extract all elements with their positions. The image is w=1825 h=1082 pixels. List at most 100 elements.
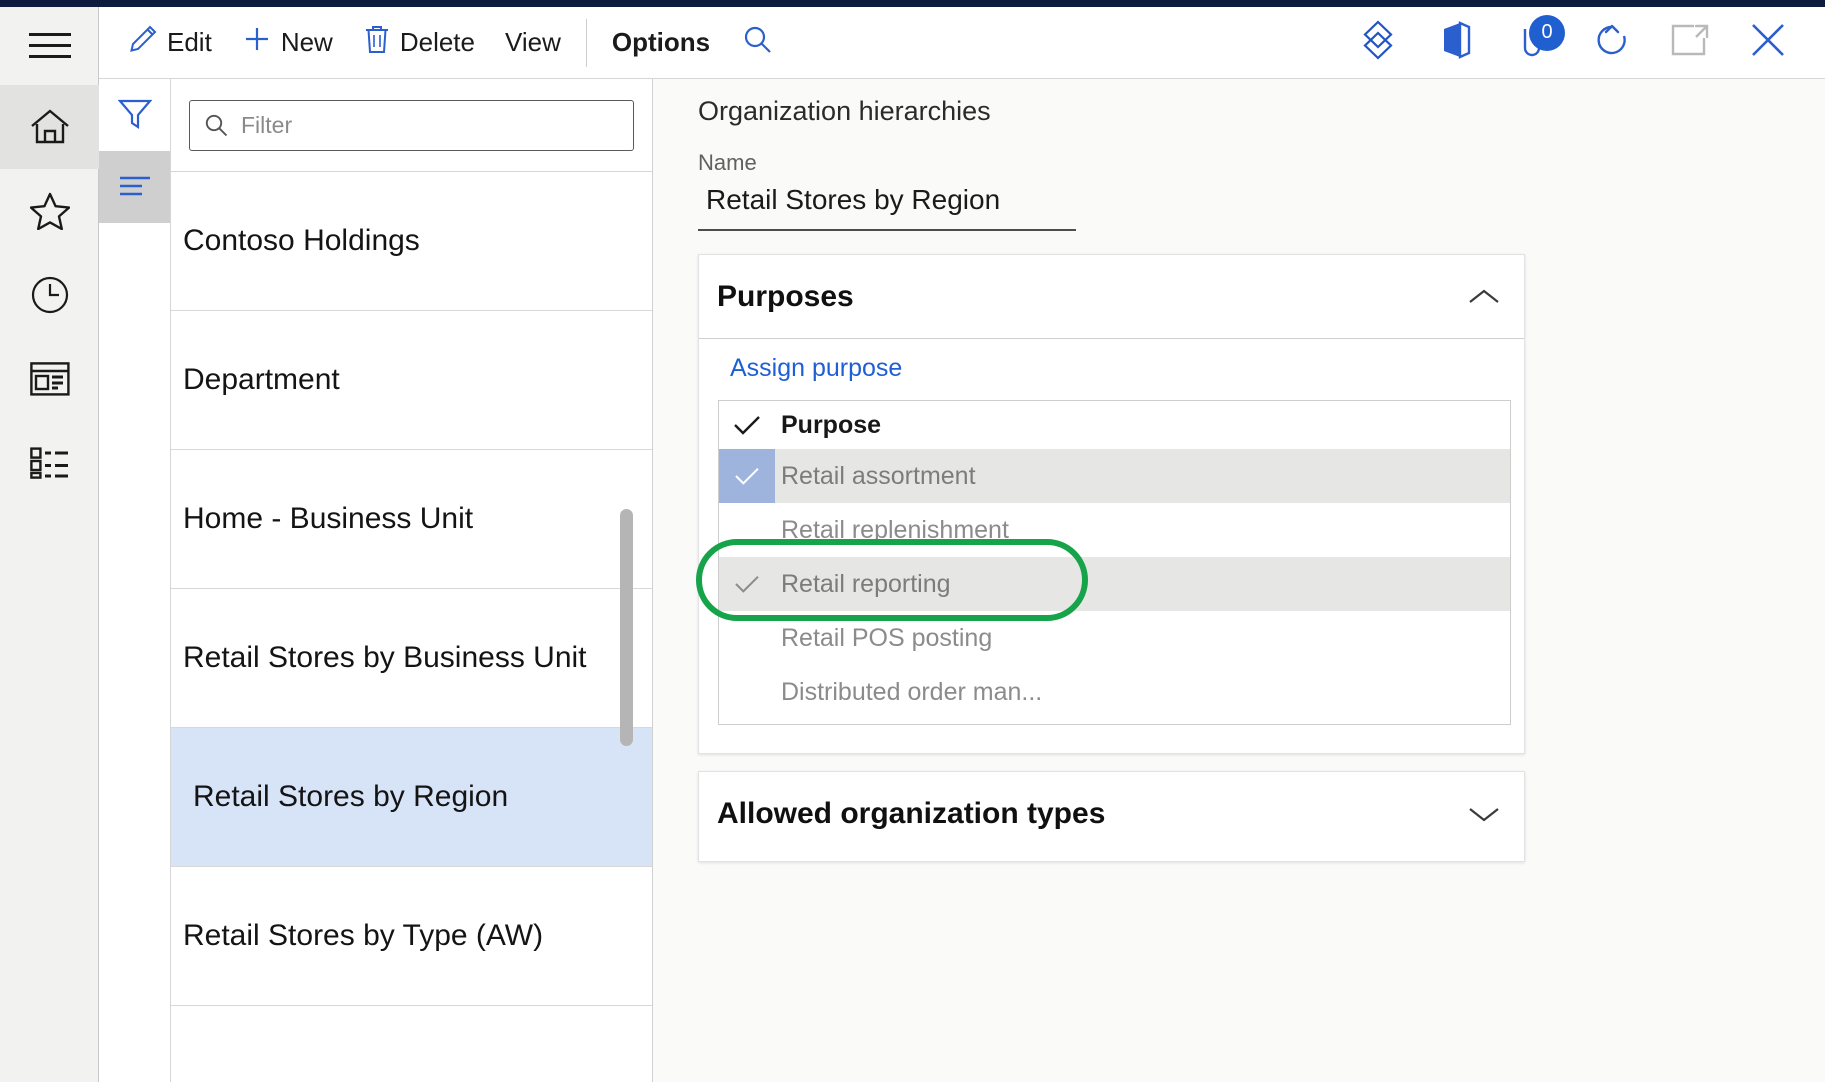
purpose-label: Retail replenishment bbox=[775, 516, 1115, 545]
close-icon bbox=[1749, 21, 1787, 64]
plus-icon bbox=[242, 24, 272, 61]
list-item-label: Retail Stores by Business Unit bbox=[183, 641, 587, 675]
filter-pane-button[interactable] bbox=[99, 79, 170, 151]
refresh-button[interactable] bbox=[1573, 7, 1651, 79]
view-button[interactable]: View bbox=[490, 7, 576, 79]
trash-icon bbox=[363, 24, 391, 61]
filter-area bbox=[171, 79, 652, 172]
allowed-organization-types-section: Allowed organization types bbox=[698, 771, 1525, 862]
name-field-underline bbox=[698, 229, 1076, 231]
list-scrollbar-thumb[interactable] bbox=[620, 509, 633, 746]
purpose-checkbox[interactable] bbox=[719, 503, 775, 557]
purposes-grid-header: Purpose bbox=[719, 401, 1510, 449]
list-item[interactable]: Department bbox=[171, 311, 652, 450]
sidebar-item-favorites[interactable] bbox=[0, 169, 99, 253]
workspace-icon bbox=[30, 362, 70, 396]
purposes-title: Purposes bbox=[717, 280, 854, 314]
list-item[interactable]: Retail Stores by Region bbox=[171, 728, 652, 867]
sidebar-item-workspaces[interactable] bbox=[0, 337, 99, 421]
delete-label: Delete bbox=[400, 27, 475, 58]
sidebar-item-recent[interactable] bbox=[0, 253, 99, 337]
search-input[interactable] bbox=[239, 111, 599, 140]
new-button[interactable]: New bbox=[227, 7, 348, 79]
home-icon bbox=[30, 109, 70, 145]
purposes-section: Purposes Assign purpose Purpose bbox=[698, 254, 1525, 754]
pencil-icon bbox=[128, 24, 158, 61]
list-item[interactable]: Contoso Holdings bbox=[171, 172, 652, 311]
toolbar-divider bbox=[586, 19, 587, 67]
power-platform-button[interactable] bbox=[1339, 7, 1417, 79]
list-item-label: Department bbox=[183, 363, 340, 397]
funnel-icon bbox=[118, 96, 152, 135]
application-window: Edit New Delete View bbox=[0, 0, 1825, 1082]
sidebar-item-menu[interactable] bbox=[0, 7, 99, 85]
view-label: View bbox=[505, 27, 561, 58]
sidebar-item-modules[interactable] bbox=[0, 421, 99, 505]
purposes-grid-body: Retail assortment Retail replenishment Ret… bbox=[719, 449, 1510, 719]
power-platform-icon bbox=[1358, 20, 1398, 65]
assign-purpose-link[interactable]: Assign purpose bbox=[730, 354, 902, 383]
purpose-row[interactable]: Retail POS posting bbox=[719, 611, 1510, 665]
list-item[interactable]: Retail Stores by Business Unit bbox=[171, 589, 652, 728]
purpose-row[interactable]: Retail replenishment bbox=[719, 503, 1510, 557]
edit-label: Edit bbox=[167, 27, 212, 58]
list-mode-strip bbox=[99, 79, 171, 1082]
office-app-launcher-icon bbox=[1438, 20, 1474, 65]
allowed-organization-types-title: Allowed organization types bbox=[717, 797, 1105, 831]
sidebar-item-home[interactable] bbox=[0, 85, 99, 169]
page-title: Organization hierarchies bbox=[698, 96, 991, 127]
list-item-label: Retail Stores by Region bbox=[193, 780, 508, 814]
search-icon bbox=[204, 113, 229, 138]
purpose-label: Distributed order man... bbox=[775, 678, 1115, 707]
records-list-panel: Contoso Holdings Department Home - Busines… bbox=[171, 79, 653, 1082]
open-in-new-window-icon bbox=[1670, 23, 1710, 62]
list-view-button[interactable] bbox=[99, 151, 170, 223]
purpose-checkbox[interactable] bbox=[719, 665, 775, 719]
clock-icon bbox=[31, 276, 69, 314]
refresh-icon bbox=[1593, 21, 1631, 64]
name-field-label: Name bbox=[698, 150, 757, 176]
open-in-new-window-button[interactable] bbox=[1651, 7, 1729, 79]
close-button[interactable] bbox=[1729, 7, 1807, 79]
purpose-checkbox[interactable] bbox=[719, 557, 775, 611]
attachments-count-badge: 0 bbox=[1529, 15, 1565, 51]
purpose-label: Retail reporting bbox=[775, 570, 1115, 599]
purpose-label: Retail POS posting bbox=[775, 624, 1115, 653]
list-icon bbox=[30, 447, 70, 479]
allowed-organization-types-header[interactable]: Allowed organization types bbox=[699, 772, 1524, 856]
filter-box[interactable] bbox=[189, 100, 634, 151]
purpose-column-header: Purpose bbox=[775, 411, 881, 440]
star-icon bbox=[30, 192, 70, 230]
purposes-grid: Purpose Retail assortment Retail replenis… bbox=[718, 400, 1511, 725]
name-field[interactable]: Retail Stores by Region bbox=[706, 184, 1000, 216]
chevron-up-icon[interactable] bbox=[1468, 287, 1500, 307]
list-item-label: Home - Business Unit bbox=[183, 502, 473, 536]
attachments-button[interactable]: 0 bbox=[1495, 7, 1573, 79]
purpose-row[interactable]: Retail reporting bbox=[719, 557, 1510, 611]
new-label: New bbox=[281, 27, 333, 58]
chevron-down-icon[interactable] bbox=[1468, 804, 1500, 824]
list-item-label: Retail Stores by Type (AW) bbox=[183, 919, 543, 953]
navigation-rail bbox=[0, 7, 99, 1082]
records-list: Contoso Holdings Department Home - Busines… bbox=[171, 172, 652, 1006]
edit-button[interactable]: Edit bbox=[113, 7, 227, 79]
office-app-launcher-button[interactable] bbox=[1417, 7, 1495, 79]
check-icon bbox=[719, 400, 775, 452]
list-item[interactable]: Home - Business Unit bbox=[171, 450, 652, 589]
search-button[interactable] bbox=[725, 7, 791, 79]
purpose-row[interactable]: Retail assortment bbox=[719, 449, 1510, 503]
list-item[interactable]: Retail Stores by Type (AW) bbox=[171, 867, 652, 1006]
command-toolbar: Edit New Delete View bbox=[99, 7, 1825, 79]
purpose-row[interactable]: Distributed order man... bbox=[719, 665, 1510, 719]
list-lines-icon bbox=[118, 174, 152, 201]
purpose-checkbox[interactable] bbox=[719, 611, 775, 665]
search-icon bbox=[742, 24, 774, 61]
detail-panel: Organization hierarchies Name Retail Sto… bbox=[653, 79, 1825, 1082]
purpose-checkbox[interactable] bbox=[719, 449, 775, 503]
hamburger-icon bbox=[29, 31, 71, 61]
delete-button[interactable]: Delete bbox=[348, 7, 490, 79]
list-item-label: Contoso Holdings bbox=[183, 224, 420, 258]
options-button[interactable]: Options bbox=[597, 7, 725, 79]
purpose-label: Retail assortment bbox=[775, 462, 1115, 491]
purposes-section-header[interactable]: Purposes bbox=[699, 255, 1524, 339]
